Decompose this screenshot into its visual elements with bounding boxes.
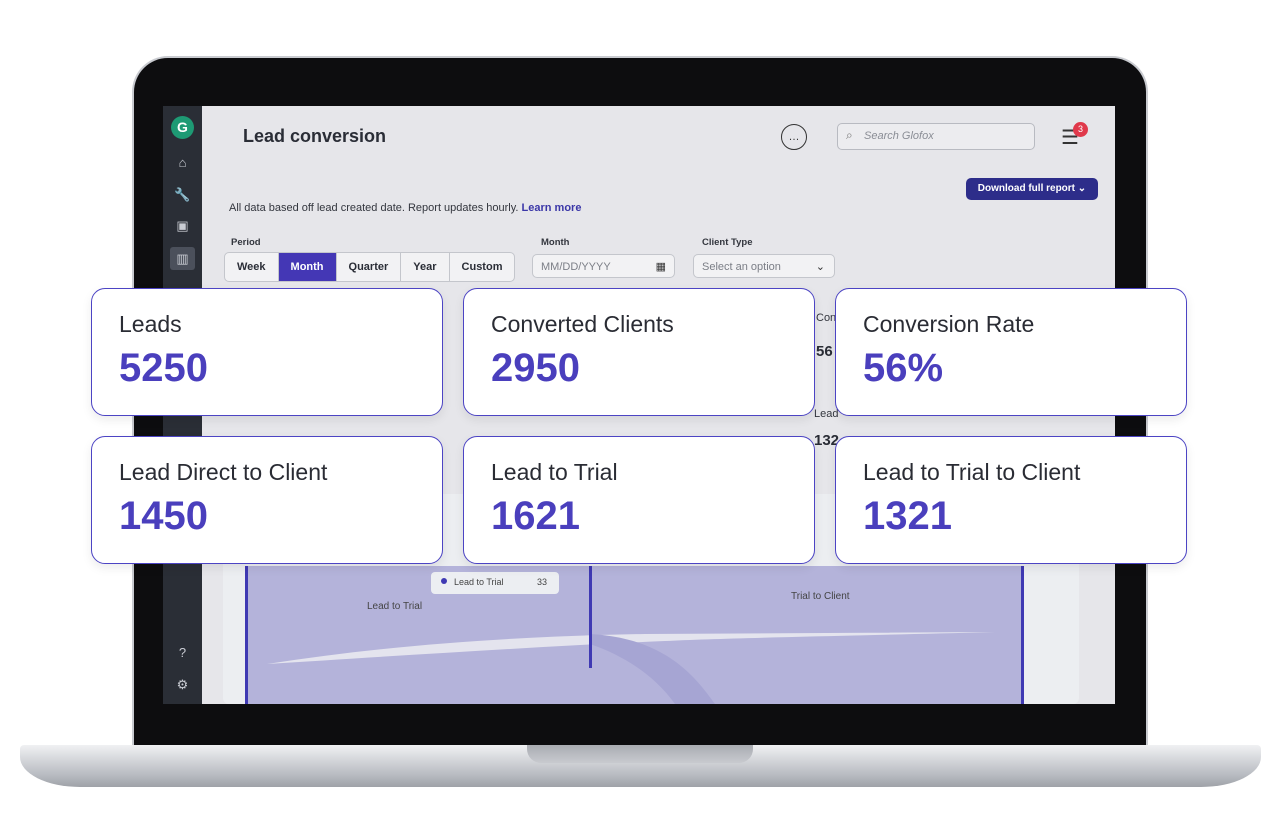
metric-value: 1321 <box>863 494 952 538</box>
tooltip-value: 33 <box>537 577 548 587</box>
bg-conversion-label: Con <box>816 312 837 324</box>
chevron-down-icon: ⌄ <box>815 261 825 273</box>
period-segmented-control: Week Month Quarter Year Custom <box>224 252 516 282</box>
metric-value: 5250 <box>119 346 208 390</box>
period-year[interactable]: Year <box>401 253 450 281</box>
metric-label: Lead to Trial to Client <box>863 459 1081 485</box>
chart-tooltip: Lead to Trial 33 <box>431 572 559 594</box>
funnel-stage-line-2 <box>589 566 592 668</box>
metric-card-conversion-rate: Conversion Rate 56% <box>835 288 1187 416</box>
month-label: Month <box>541 237 570 248</box>
client-type-select[interactable]: Select an option ⌄ <box>693 254 835 278</box>
period-label: Period <box>231 237 261 248</box>
metric-card-lead-to-trial-to-client: Lead to Trial to Client 1321 <box>835 436 1187 564</box>
reports-icon[interactable]: ▥ <box>170 247 195 270</box>
learn-more-link[interactable]: Learn more <box>522 202 582 214</box>
client-type-label: Client Type <box>702 237 753 248</box>
chart-left-label: Lead to Trial <box>367 601 423 612</box>
funnel-stage-line-3 <box>1021 566 1024 704</box>
funnel-chart: Lead to Trial Trial to Client <box>245 566 1024 704</box>
metric-value: 56% <box>863 346 944 390</box>
metric-card-lead-direct-to-client: Lead Direct to Client 1450 <box>91 436 443 564</box>
metric-label: Converted Clients <box>491 311 674 337</box>
home-icon[interactable]: ⌂ <box>174 154 191 171</box>
metric-value: 1621 <box>491 494 580 538</box>
period-custom[interactable]: Custom <box>450 253 515 281</box>
metric-label: Lead to Trial <box>491 459 618 485</box>
metric-label: Lead Direct to Client <box>119 459 328 485</box>
notification-badge: 3 <box>1073 122 1088 137</box>
download-report-label: Download full report <box>977 183 1076 194</box>
contact-card-icon[interactable]: ▣ <box>174 217 191 234</box>
calendar-icon: ▦ <box>655 261 666 273</box>
download-report-button[interactable]: Download full report ⌄ <box>966 178 1098 200</box>
metric-value: 1450 <box>119 494 208 538</box>
laptop-notch <box>527 745 753 763</box>
tooltip-dot <box>441 578 447 584</box>
info-text: All data based off lead created date. Re… <box>229 202 581 214</box>
period-week[interactable]: Week <box>225 253 279 281</box>
funnel-flow-svg <box>267 632 995 704</box>
search-icon: ⌕ <box>846 128 853 142</box>
laptop-chin <box>163 704 1115 722</box>
bg-lead-label: Lead <box>814 408 839 420</box>
metric-value: 2950 <box>491 346 580 390</box>
month-date-field[interactable]: MM/DD/YYYY ▦ <box>532 254 675 278</box>
page-title: Lead conversion <box>243 126 387 146</box>
metric-card-leads: Leads 5250 <box>91 288 443 416</box>
search-placeholder: Search Glofox <box>864 130 934 142</box>
metric-card-lead-to-trial: Lead to Trial 1621 <box>463 436 815 564</box>
funnel-stage-line-1 <box>245 566 248 704</box>
glofox-logo[interactable]: G <box>171 116 194 139</box>
bg-conversion-value: 56 <box>816 343 833 360</box>
info-description: All data based off lead created date. Re… <box>229 202 519 214</box>
metric-label: Conversion Rate <box>863 311 1035 337</box>
settings-icon[interactable]: ⚙ <box>174 676 191 693</box>
metric-label: Leads <box>119 311 182 337</box>
client-type-placeholder: Select an option <box>702 261 781 273</box>
period-month[interactable]: Month <box>278 253 337 281</box>
period-quarter[interactable]: Quarter <box>337 253 402 281</box>
chart-right-label: Trial to Client <box>791 591 850 602</box>
month-date-placeholder: MM/DD/YYYY <box>541 261 611 273</box>
metric-card-converted-clients: Converted Clients 2950 <box>463 288 815 416</box>
tooltip-label: Lead to Trial <box>454 577 504 587</box>
chat-icon[interactable]: … <box>781 124 807 150</box>
search-input[interactable]: ⌕ Search Glofox <box>837 123 1035 150</box>
chevron-down-icon: ⌄ <box>1077 183 1087 194</box>
flow-band-dark <box>590 634 715 704</box>
wrench-icon[interactable]: 🔧 <box>174 186 191 203</box>
help-icon[interactable]: ? <box>174 644 191 661</box>
